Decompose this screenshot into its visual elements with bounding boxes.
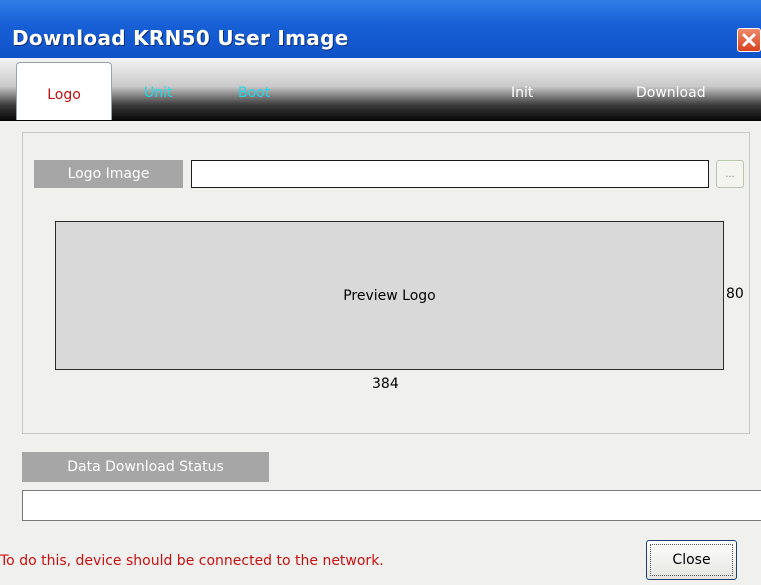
window-close-button[interactable]	[737, 28, 761, 52]
preview-width-label: 384	[372, 376, 399, 392]
logo-image-path-input[interactable]	[191, 160, 709, 188]
tab-strip: Unit Boot Init Download	[0, 58, 761, 121]
browse-button[interactable]: ...	[716, 160, 744, 188]
tab-logo[interactable]: Logo	[16, 62, 112, 120]
tab-download[interactable]: Download	[636, 85, 706, 101]
download-status-label: Data Download Status	[22, 452, 269, 482]
logo-image-label: Logo Image	[34, 160, 183, 188]
window-title: Download KRN50 User Image	[12, 26, 349, 50]
close-button[interactable]: Close	[646, 540, 737, 580]
tab-boot[interactable]: Boot	[238, 85, 270, 101]
tab-unit[interactable]: Unit	[144, 85, 173, 101]
title-bar: Download KRN50 User Image	[0, 0, 761, 58]
network-hint-text: To do this, device should be connected t…	[0, 553, 384, 569]
tab-init[interactable]: Init	[511, 85, 533, 101]
close-icon	[742, 33, 756, 47]
logo-preview: Preview Logo	[55, 221, 724, 370]
download-status-field	[22, 490, 761, 521]
preview-height-label: 80	[726, 286, 744, 302]
